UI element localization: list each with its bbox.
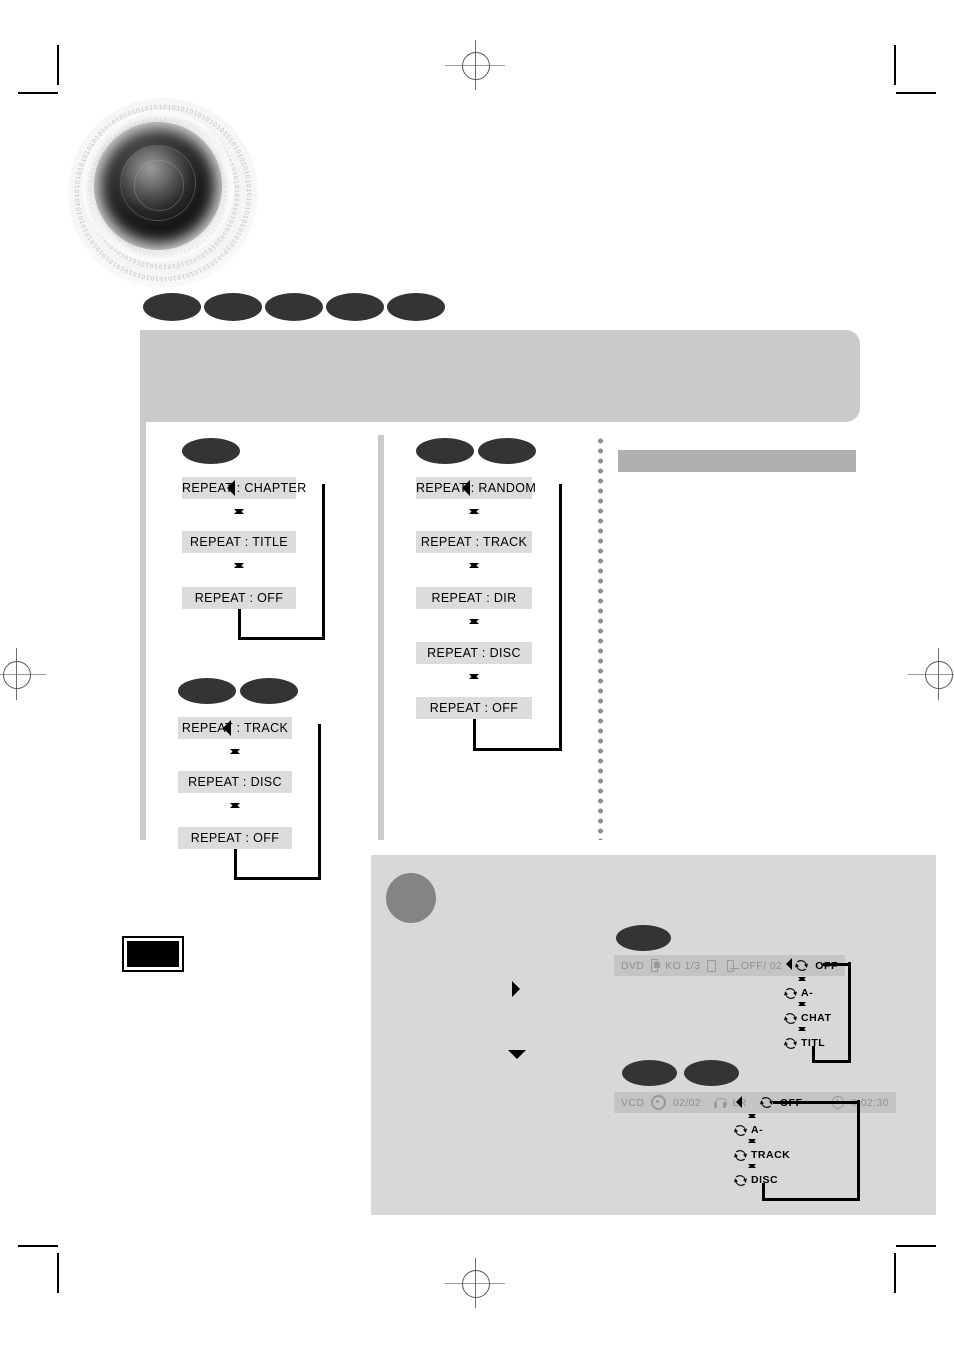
note-badge	[386, 873, 436, 923]
flow-mp3: REPEAT : RANDOM REPEAT : TRACK REPEAT : …	[416, 435, 616, 765]
repeat-icon	[784, 1012, 797, 1025]
crop-mark-top-right-v	[894, 45, 896, 85]
marker-right-icon	[512, 981, 520, 997]
flow-arrow-icon	[748, 1114, 756, 1122]
disc-badge-2	[204, 293, 262, 321]
crop-mark-top-right-h	[896, 92, 936, 94]
flow-cd-badge-1	[178, 678, 236, 704]
osd-dvd-subtitle-value: OFF/ 02	[740, 959, 783, 972]
osd-bar-dvd: DVD KO 1/3 OFF/ 02 OFF	[614, 955, 845, 976]
registration-target-top	[445, 40, 505, 90]
flow-arrow-icon	[798, 1002, 806, 1010]
crop-mark-bottom-left-h	[18, 1245, 58, 1247]
flow-dvd-badge-1	[182, 438, 240, 464]
osd-vcd-track-number: 02/02	[672, 1096, 702, 1109]
registration-target-left	[0, 648, 46, 700]
headphone-icon	[714, 1097, 728, 1108]
page-number-box	[122, 936, 184, 972]
registration-target-bottom	[445, 1258, 505, 1308]
flow-loop-path	[223, 720, 321, 880]
disc-icon	[651, 1095, 666, 1110]
repeat-icon	[784, 987, 797, 1000]
osd-vcd-badge-1	[622, 1060, 677, 1086]
osd-vcd-loop-connector	[773, 1101, 858, 1104]
osd-dvd-badge-1	[616, 925, 671, 951]
repeat-icon	[784, 1037, 797, 1050]
flow-arrow-icon	[798, 1027, 806, 1035]
repeat-icon	[734, 1124, 747, 1137]
crop-mark-top-left-h	[18, 92, 58, 94]
right-column-header	[618, 450, 856, 472]
dolby-digital-icon	[707, 959, 716, 972]
angle-icon	[651, 959, 661, 972]
osd-dvd-audio-language: KO 1/3	[665, 959, 701, 972]
disc-badge-3	[265, 293, 323, 321]
repeat-icon	[734, 1149, 747, 1162]
flow-mp3-badge-2	[478, 438, 536, 464]
flow-loop-arrowhead-icon	[227, 480, 235, 496]
osd-dvd-loop-path	[786, 958, 851, 1063]
osd-dvd-loop-connector	[823, 963, 849, 966]
osd-dvd-disc-type: DVD	[621, 959, 645, 972]
speaker-cone-emblem: 0101010101010101010101010101010101010101…	[68, 98, 258, 288]
crop-mark-bottom-left-v	[57, 1253, 59, 1293]
column-rule-middle	[378, 435, 384, 840]
flow-loop-path	[227, 480, 325, 640]
flow-loop-arrowhead-icon	[736, 1096, 742, 1108]
column-rule-left	[140, 420, 146, 840]
disc-badge-4	[326, 293, 384, 321]
flow-loop-arrowhead-icon	[223, 720, 231, 736]
flow-arrow-icon	[748, 1164, 756, 1172]
repeat-icon	[734, 1174, 747, 1187]
disc-badge-1	[143, 293, 201, 321]
marker-down-icon	[508, 1050, 526, 1059]
flow-mp3-badge-1	[416, 438, 474, 464]
osd-vcd-loop-path	[736, 1096, 860, 1201]
osd-vcd-disc-type: VCD	[621, 1096, 645, 1109]
flow-dvd: REPEAT : CHAPTER REPEAT : TITLE REPEAT :…	[182, 435, 372, 655]
flow-cd-badge-2	[240, 678, 298, 704]
flow-loop-arrowhead-icon	[786, 958, 792, 970]
crop-mark-top-left-v	[57, 45, 59, 85]
disc-badge-5	[387, 293, 445, 321]
crop-mark-bottom-right-v	[894, 1253, 896, 1293]
flow-loop-path	[462, 480, 562, 751]
osd-vcd-badge-2	[684, 1060, 739, 1086]
flow-loop-arrowhead-icon	[462, 480, 470, 496]
repeat-icon	[795, 959, 809, 972]
registration-target-right	[908, 648, 954, 700]
section-title-banner	[140, 330, 860, 422]
flow-arrow-icon	[798, 977, 806, 985]
flow-cd: REPEAT : TRACK REPEAT : DISC REPEAT : OF…	[178, 675, 368, 895]
crop-mark-bottom-right-h	[896, 1245, 936, 1247]
subtitle-icon	[726, 959, 740, 972]
flow-arrow-icon	[748, 1139, 756, 1147]
